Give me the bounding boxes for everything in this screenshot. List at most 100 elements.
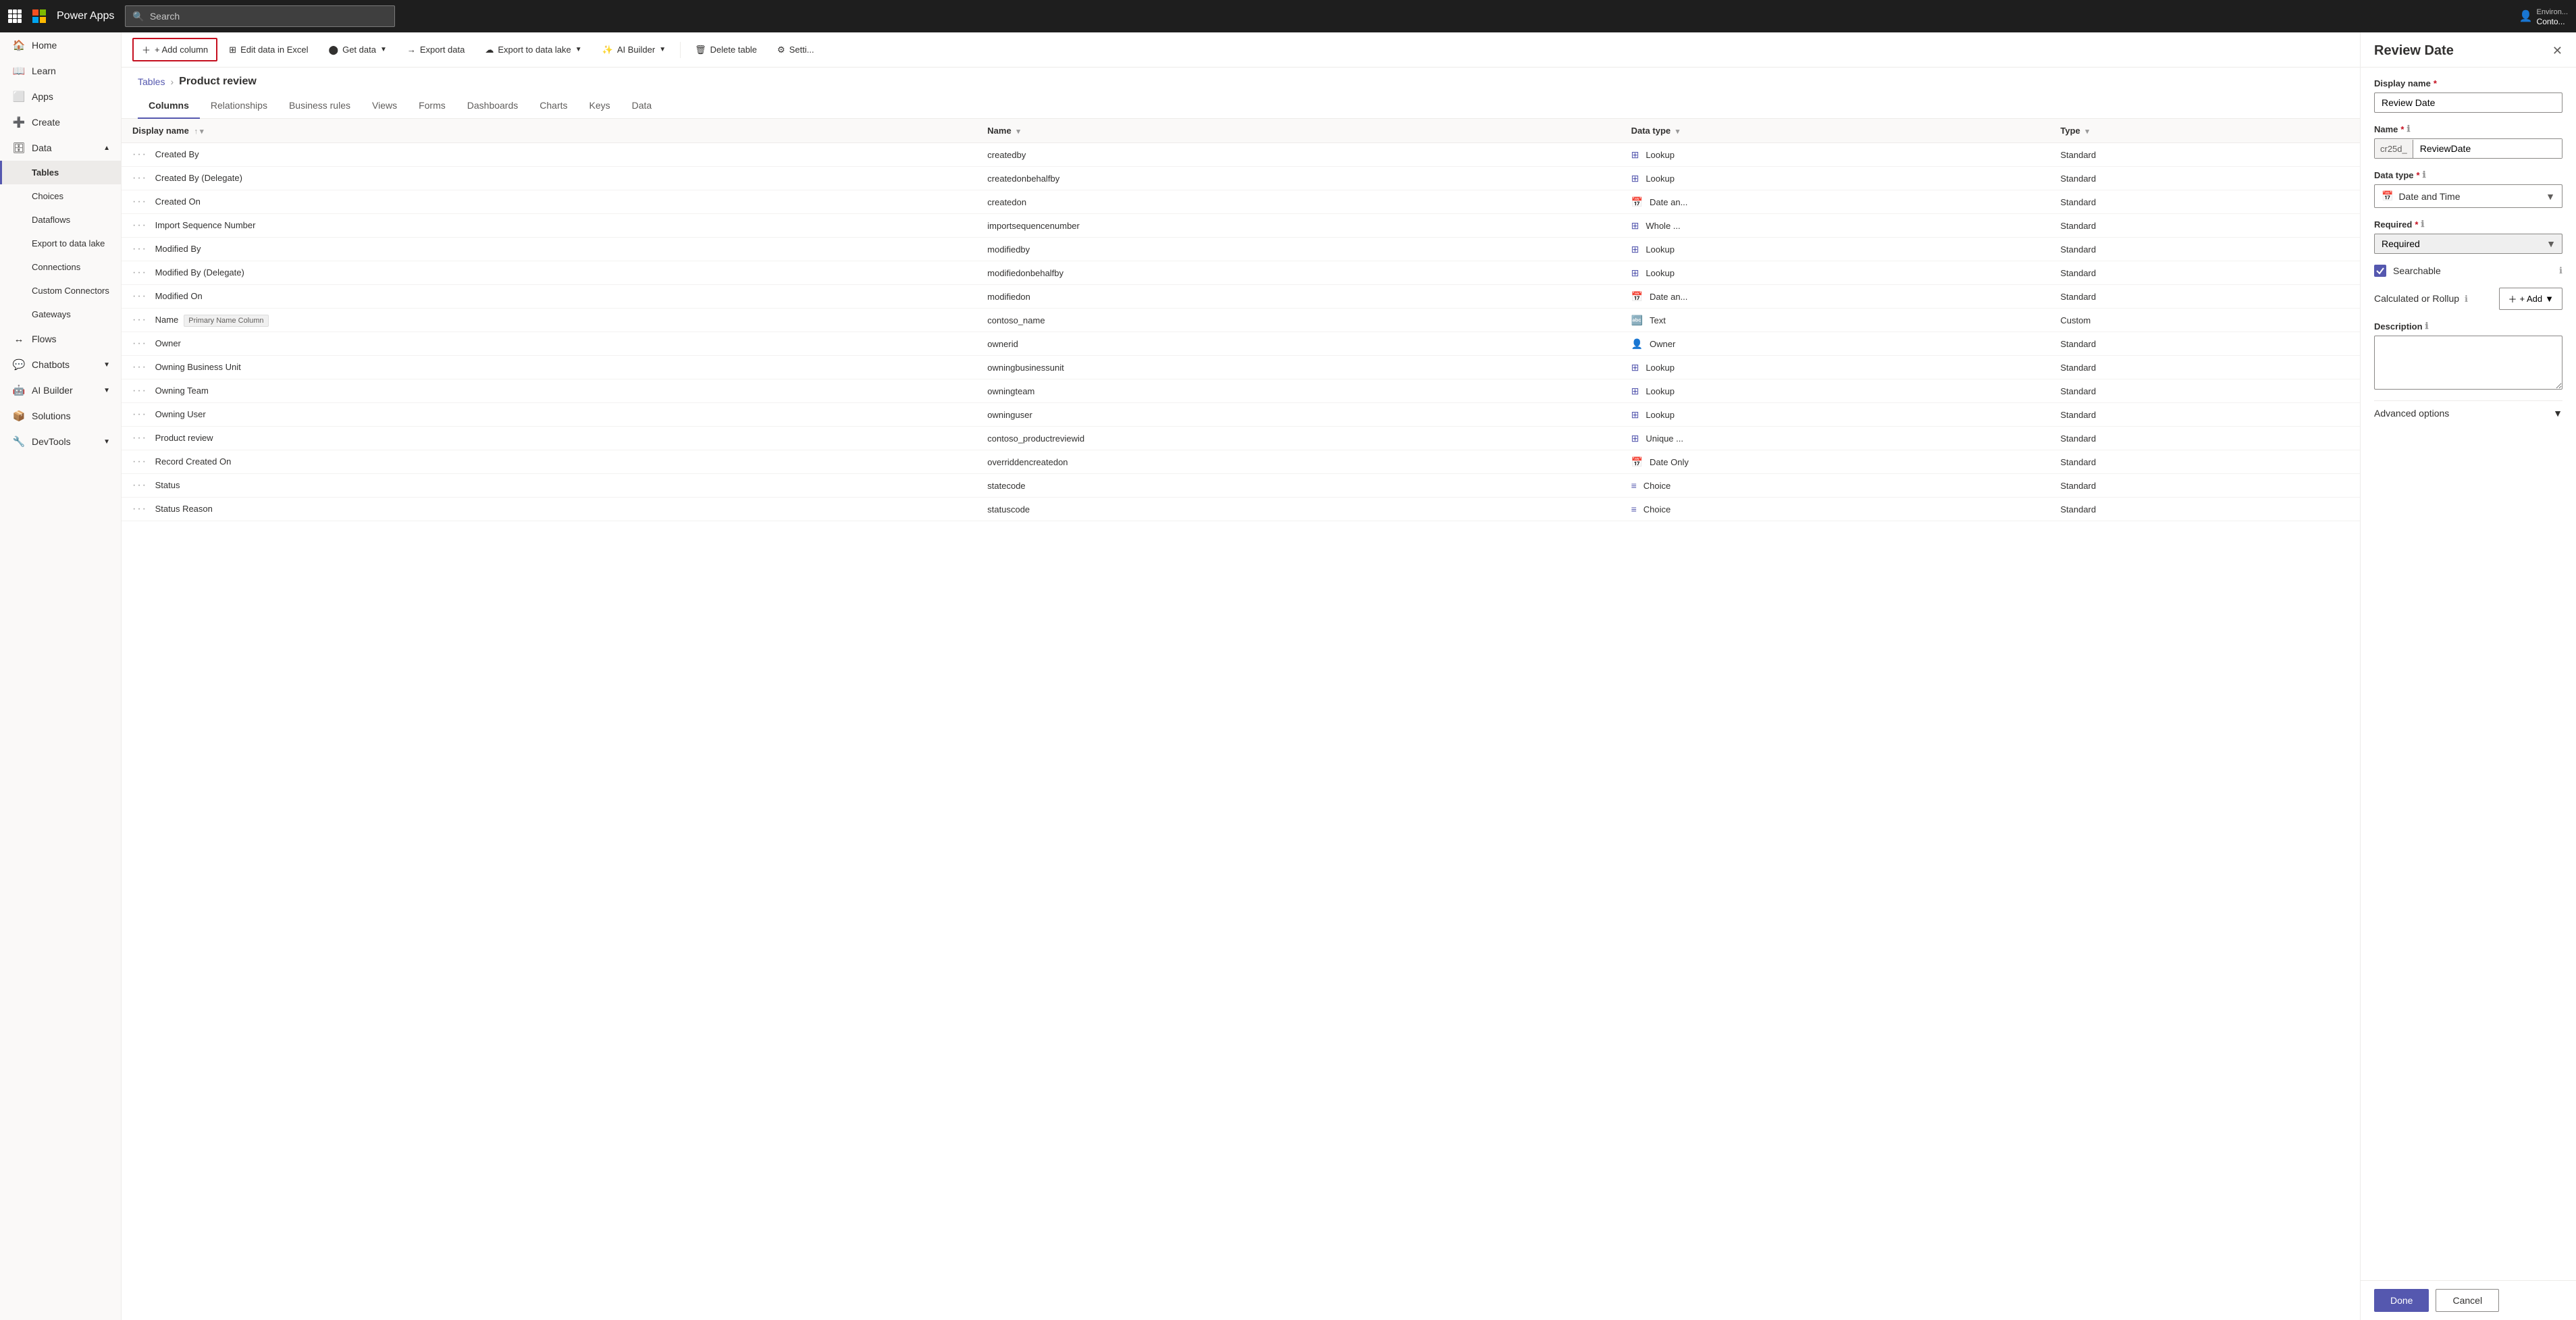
tab-dashboards[interactable]: Dashboards bbox=[456, 93, 529, 119]
data-type-icon: ≡ bbox=[1631, 480, 1637, 491]
tab-charts[interactable]: Charts bbox=[529, 93, 578, 119]
tab-keys[interactable]: Keys bbox=[579, 93, 621, 119]
row-menu[interactable]: ··· bbox=[132, 219, 147, 231]
tab-columns[interactable]: Columns bbox=[138, 93, 200, 119]
sidebar-item-custom-connectors[interactable]: Custom Connectors bbox=[0, 279, 121, 302]
advanced-options-row[interactable]: Advanced options ▼ bbox=[2374, 400, 2562, 425]
sidebar-item-flows[interactable]: ↔ Flows bbox=[0, 326, 121, 352]
name-input[interactable] bbox=[2413, 139, 2562, 158]
th-name[interactable]: Name ▾ bbox=[976, 119, 1620, 143]
get-data-button[interactable]: ⬤ Get data ▼ bbox=[320, 40, 396, 60]
data-type-value: Lookup bbox=[1646, 244, 1675, 255]
table-row: ··· Created By createdby ⊞ Lookup Standa… bbox=[122, 143, 2360, 167]
data-type-icon: ≡ bbox=[1631, 504, 1637, 514]
search-icon: 🔍 bbox=[132, 11, 144, 22]
tab-data[interactable]: Data bbox=[621, 93, 663, 119]
row-menu[interactable]: ··· bbox=[132, 456, 147, 467]
add-calc-button[interactable]: ＋ + Add ▼ bbox=[2499, 288, 2562, 310]
row-menu[interactable]: ··· bbox=[132, 408, 147, 420]
search-input[interactable] bbox=[150, 11, 388, 22]
sort-icon-display-name[interactable]: ↑ ▾ bbox=[194, 128, 203, 136]
tab-relationships[interactable]: Relationships bbox=[200, 93, 278, 119]
sidebar-item-devtools[interactable]: 🔧 DevTools ▼ bbox=[0, 429, 121, 454]
environment-badge[interactable]: 👤 Environ... Conto... bbox=[2519, 6, 2568, 26]
settings-button[interactable]: ⚙ Setti... bbox=[768, 40, 823, 60]
sidebar-item-home[interactable]: 🏠 Home bbox=[0, 32, 121, 58]
sidebar-item-chatbots[interactable]: 💬 Chatbots ▼ bbox=[0, 352, 121, 377]
sidebar-item-dataflows[interactable]: Dataflows bbox=[0, 208, 121, 232]
tab-views[interactable]: Views bbox=[361, 93, 408, 119]
sidebar-item-export-lake[interactable]: Export to data lake bbox=[0, 232, 121, 255]
cell-type: Standard bbox=[2049, 403, 2360, 427]
sidebar-item-create[interactable]: ➕ Create bbox=[0, 109, 121, 135]
done-button[interactable]: Done bbox=[2374, 1289, 2429, 1312]
waffle-menu[interactable] bbox=[8, 9, 22, 23]
sidebar-item-label: Create bbox=[32, 117, 60, 128]
row-menu[interactable]: ··· bbox=[132, 503, 147, 514]
th-data-type[interactable]: Data type ▾ bbox=[1621, 119, 2050, 143]
cell-name: owningbusinessunit bbox=[976, 356, 1620, 379]
sidebar-item-learn[interactable]: 📖 Learn bbox=[0, 58, 121, 84]
ai-builder-button[interactable]: ✨ AI Builder ▼ bbox=[594, 40, 675, 60]
sort-icon-name[interactable]: ▾ bbox=[1016, 128, 1020, 136]
data-type-value: Owner bbox=[1650, 339, 1675, 349]
sidebar-item-label: Choices bbox=[32, 191, 63, 201]
get-data-icon: ⬤ bbox=[329, 45, 339, 55]
search-bar[interactable]: 🔍 bbox=[125, 5, 395, 27]
add-column-button[interactable]: ＋ + Add column bbox=[132, 38, 217, 61]
data-type-select[interactable]: 📅 Date and Time ▼ bbox=[2374, 184, 2562, 208]
flows-icon: ↔ bbox=[13, 333, 25, 345]
sidebar-item-gateways[interactable]: Gateways bbox=[0, 302, 121, 326]
row-menu[interactable]: ··· bbox=[132, 479, 147, 491]
delete-table-button[interactable]: 🗑 Delete table bbox=[686, 40, 766, 60]
sort-icon-type[interactable]: ▾ bbox=[2085, 128, 2089, 136]
row-menu[interactable]: ··· bbox=[132, 338, 147, 349]
panel-close-button[interactable]: ✕ bbox=[2552, 44, 2562, 58]
required-info-icon[interactable]: ℹ bbox=[2421, 219, 2424, 230]
searchable-info-icon[interactable]: ℹ bbox=[2559, 265, 2562, 276]
row-menu[interactable]: ··· bbox=[132, 172, 147, 184]
row-menu[interactable]: ··· bbox=[132, 314, 147, 325]
row-menu[interactable]: ··· bbox=[132, 149, 147, 160]
export-data-lake-button[interactable]: ☁ Export to data lake ▼ bbox=[476, 40, 590, 60]
th-display-name[interactable]: Display name ↑ ▾ bbox=[122, 119, 976, 143]
name-info-icon[interactable]: ℹ bbox=[2407, 124, 2410, 134]
cancel-button[interactable]: Cancel bbox=[2436, 1289, 2499, 1312]
display-name-input[interactable] bbox=[2374, 93, 2562, 113]
data-type-info-icon[interactable]: ℹ bbox=[2423, 169, 2426, 180]
sidebar-item-apps[interactable]: ⬜ Apps bbox=[0, 84, 121, 109]
cell-display-name: ··· Record Created On bbox=[122, 450, 976, 474]
edit-excel-button[interactable]: ⊞ Edit data in Excel bbox=[220, 40, 317, 60]
tab-forms[interactable]: Forms bbox=[408, 93, 456, 119]
calc-info-icon[interactable]: ℹ bbox=[2465, 294, 2468, 304]
row-menu[interactable]: ··· bbox=[132, 196, 147, 207]
row-menu[interactable]: ··· bbox=[132, 267, 147, 278]
searchable-checkbox[interactable] bbox=[2374, 265, 2386, 277]
sidebar-item-data[interactable]: 🗄 Data ▲ bbox=[0, 135, 121, 161]
table-row: ··· Owning Team owningteam ⊞ Lookup Stan… bbox=[122, 379, 2360, 403]
sidebar-item-tables[interactable]: Tables bbox=[0, 161, 121, 184]
devtools-chevron: ▼ bbox=[103, 438, 110, 446]
description-textarea[interactable] bbox=[2374, 336, 2562, 390]
sidebar-item-choices[interactable]: Choices bbox=[0, 184, 121, 208]
cell-display-name: ··· Status bbox=[122, 474, 976, 498]
sidebar-item-connections[interactable]: Connections bbox=[0, 255, 121, 279]
row-menu[interactable]: ··· bbox=[132, 432, 147, 444]
sort-icon-data-type[interactable]: ▾ bbox=[1676, 128, 1680, 136]
table-row: ··· Status statecode ≡ Choice Standard bbox=[122, 474, 2360, 498]
row-menu[interactable]: ··· bbox=[132, 361, 147, 373]
sidebar-item-ai-builder[interactable]: 🤖 AI Builder ▼ bbox=[0, 377, 121, 403]
description-info-icon[interactable]: ℹ bbox=[2425, 321, 2429, 332]
cell-display-name: ··· Created By bbox=[122, 143, 976, 167]
breadcrumb-tables-link[interactable]: Tables bbox=[138, 76, 165, 87]
required-select[interactable]: Required Optional bbox=[2374, 234, 2562, 254]
export-data-button[interactable]: → Export data bbox=[398, 40, 474, 59]
sidebar-item-solutions[interactable]: 📦 Solutions bbox=[0, 403, 121, 429]
th-type[interactable]: Type ▾ bbox=[2049, 119, 2360, 143]
add-icon: ＋ bbox=[142, 43, 151, 56]
cell-data-type: 👤 Owner bbox=[1621, 332, 2050, 356]
row-menu[interactable]: ··· bbox=[132, 290, 147, 302]
row-menu[interactable]: ··· bbox=[132, 385, 147, 396]
row-menu[interactable]: ··· bbox=[132, 243, 147, 255]
tab-business-rules[interactable]: Business rules bbox=[278, 93, 361, 119]
